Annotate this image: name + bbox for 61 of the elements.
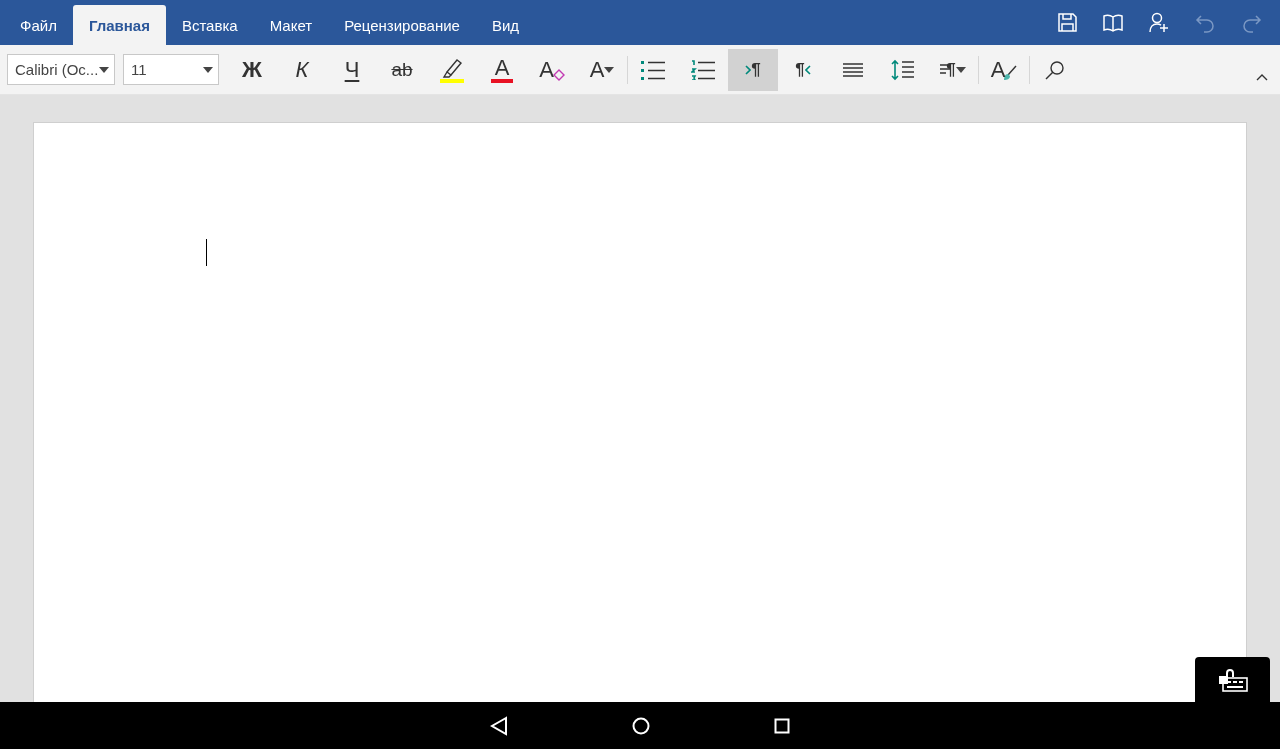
font-color-glyph: A [490,56,514,83]
font-size-button[interactable]: A [577,48,627,91]
caret-icon [203,66,213,73]
keyboard-icon [1217,667,1248,692]
caret-icon [99,66,109,73]
pilcrow-glyph: ¶ [946,61,956,78]
caret-icon [604,66,615,73]
home-button[interactable] [632,716,650,735]
redo-icon [1240,12,1262,33]
font-color-button[interactable]: A [477,48,527,91]
chevron-icon [804,64,811,75]
save-icon [1056,12,1078,33]
ribbon-tab[interactable]: Вид [475,5,536,45]
paragraph-styles-button[interactable]: ¶ [928,48,978,91]
search-icon [1045,59,1065,80]
right-to-left-button[interactable]: ¶ [778,48,828,91]
pilcrow-glyph: ¶ [795,61,805,78]
italic-glyph: К [295,58,309,81]
chevron-icon [745,64,752,75]
font-name-value: Calibri (Oc... [15,61,99,78]
book-icon [1102,12,1124,33]
font-size-glyph: A [589,58,605,81]
bold-button[interactable]: Ж [227,48,277,91]
ribbon-tab[interactable]: Вставка [165,5,254,45]
keyboard-toggle-button[interactable] [1195,657,1270,702]
eraser-icon [552,68,565,81]
recent-apps-button[interactable] [774,717,790,734]
clear-format-glyph: A [539,58,554,81]
left-to-right-button[interactable]: ¶ [728,48,778,91]
text-cursor [206,239,207,266]
ribbon-tab[interactable]: Главная [72,5,166,45]
styles-button[interactable]: A [979,48,1029,91]
recent-apps-icon [774,717,790,734]
clear-formatting-button[interactable]: A [527,48,577,91]
underline-glyph: Ч [344,58,360,81]
font-size-value: 11 [131,61,147,78]
undo-icon [1194,12,1216,33]
pilcrow-glyph: ¶ [751,61,761,78]
back-button[interactable] [490,715,508,736]
underline-button[interactable]: Ч [327,48,377,91]
ribbon-tab[interactable]: Макет [253,5,329,45]
strikethrough-glyph: ab [391,60,413,79]
font-size-dropdown[interactable]: 11 [123,54,219,85]
back-icon [490,715,508,736]
paintbrush-icon [1003,64,1018,81]
caret-icon [955,66,966,73]
ribbon-tab[interactable]: Рецензирование [328,5,476,45]
add-person-icon [1148,12,1170,33]
home-icon [632,716,650,735]
highlighter-icon [439,56,465,83]
bulleted-list-icon [641,59,665,80]
ribbon-tab[interactable]: Файл [4,5,73,45]
styles-glyph: A [990,58,1006,81]
italic-button[interactable]: К [277,48,327,91]
line-spacing-icon [891,58,915,81]
align-left-icon [842,60,864,79]
bold-glyph: Ж [242,58,262,81]
strikethrough-button[interactable]: ab [377,48,427,91]
chevron-up-icon [1256,73,1268,81]
font-name-dropdown[interactable]: Calibri (Oc... [7,54,115,85]
numbered-list-icon [691,59,715,80]
